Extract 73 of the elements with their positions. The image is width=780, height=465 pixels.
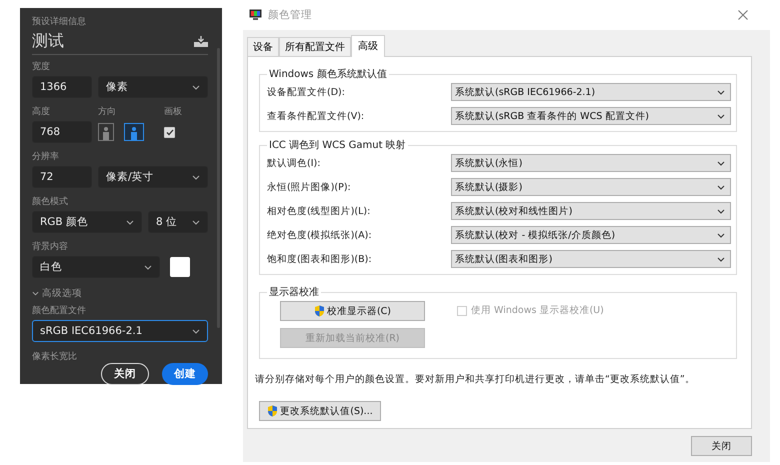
- shield-icon: [314, 305, 325, 317]
- chevron-icon: [717, 184, 725, 190]
- chevron-icon: [126, 220, 134, 224]
- close-icon[interactable]: [738, 10, 748, 20]
- setting-dropdown[interactable]: 系统默认(图表和图形): [451, 250, 731, 268]
- change-defaults-button[interactable]: 更改系统默认值(S)...: [259, 401, 381, 421]
- field-label: 高度: [32, 106, 51, 118]
- unit-select[interactable]: 像素/英寸: [98, 166, 208, 188]
- chevron-icon: [717, 208, 725, 214]
- chevron-icon: [192, 84, 200, 90]
- setting-dropdown[interactable]: 系统默认(sRGB 查看条件的 WCS 配置文件): [451, 107, 731, 125]
- chevron-icon: [717, 256, 725, 262]
- color-swatch[interactable]: [170, 257, 190, 277]
- group-title: 显示器校准: [268, 286, 320, 299]
- chevron-icon: [717, 232, 725, 238]
- chevron-icon: [192, 174, 200, 180]
- setting-label: 查看条件配置文件(V):: [267, 110, 366, 122]
- chevron-icon: [192, 220, 200, 224]
- setting-label: 饱和度(图表和图形)(B):: [267, 252, 373, 266]
- setting-label: 永恒(照片图像)(P):: [267, 180, 352, 194]
- group-title: Windows 颜色系统默认值: [268, 68, 388, 81]
- calibrate-button[interactable]: 校准显示器(C): [280, 301, 425, 321]
- setting-dropdown[interactable]: 系统默认(摄影): [451, 178, 731, 196]
- landscape-button[interactable]: [124, 123, 144, 141]
- setting-dropdown[interactable]: 系统默认(校对 - 模拟纸张/介质颜色): [451, 226, 731, 244]
- height-field[interactable]: 768: [32, 121, 92, 143]
- field-label: 像素长宽比: [32, 351, 78, 363]
- advanced-toggle[interactable]: 高级选项: [32, 287, 208, 300]
- field-label: 方向: [98, 106, 117, 118]
- window-title: 颜色管理: [268, 8, 313, 22]
- portrait-button[interactable]: [98, 123, 114, 141]
- info-text: 请分别存储对每个用户的颜色设置。要对新用户和共享打印机进行更改，请单击“更改系统默认值”。: [255, 373, 696, 386]
- width-field[interactable]: 1366: [32, 76, 92, 98]
- setting-label: 默认调色(I):: [267, 156, 322, 170]
- section-heading: 预设详细信息: [32, 16, 87, 28]
- chevron-icon: [717, 114, 725, 118]
- field-label: 画板: [164, 106, 183, 118]
- create-button[interactable]: 创建: [162, 363, 208, 385]
- chevron-icon: [144, 264, 152, 270]
- field-label: 分辨率: [32, 151, 60, 163]
- chevron-icon: [717, 160, 725, 166]
- shield-icon: [267, 405, 278, 417]
- field-label: 宽度: [32, 61, 51, 73]
- color-profile-select[interactable]: sRGB IEC61966-2.1: [32, 320, 208, 342]
- artboard-checkbox[interactable]: [164, 126, 175, 138]
- setting-label: 相对色度(线型图片)(L):: [267, 204, 372, 218]
- tab[interactable]: 所有配置文件: [279, 37, 351, 57]
- setting-dropdown[interactable]: 系统默认(sRGB IEC61966-2.1): [451, 83, 731, 101]
- unit-select[interactable]: 像素: [98, 76, 208, 98]
- save-preset-icon[interactable]: [194, 36, 208, 47]
- field-label: 背景内容: [32, 241, 69, 253]
- close-button[interactable]: 关闭: [101, 363, 149, 385]
- chevron-icon: [192, 328, 200, 334]
- setting-dropdown[interactable]: 系统默认(校对和线性图片): [451, 202, 731, 220]
- preset-name-field[interactable]: 测试: [32, 31, 208, 55]
- chevron-icon: [32, 291, 39, 296]
- bit-depth-select[interactable]: 8 位: [148, 211, 208, 233]
- chevron-icon: [717, 90, 725, 94]
- color-mode-select[interactable]: RGB 颜色: [32, 211, 142, 233]
- resolution-field[interactable]: 72: [32, 166, 92, 188]
- person-icon: [130, 126, 138, 140]
- background-select[interactable]: 白色: [32, 256, 160, 278]
- field-label: 颜色模式: [32, 196, 69, 208]
- setting-label: 设备配置文件(D):: [267, 86, 346, 98]
- tab[interactable]: 高级: [351, 35, 385, 57]
- close-button[interactable]: 关闭: [691, 436, 752, 456]
- setting-label: 绝对色度(模拟纸张)(A):: [267, 228, 373, 242]
- group-title: ICC 调色到 WCS Gamut 映射: [268, 138, 407, 152]
- field-label: 颜色配置文件: [32, 305, 87, 317]
- person-icon: [102, 126, 110, 140]
- setting-dropdown[interactable]: 系统默认(永恒): [451, 154, 731, 172]
- monitor-icon: [249, 9, 262, 21]
- tab[interactable]: 设备: [247, 37, 279, 57]
